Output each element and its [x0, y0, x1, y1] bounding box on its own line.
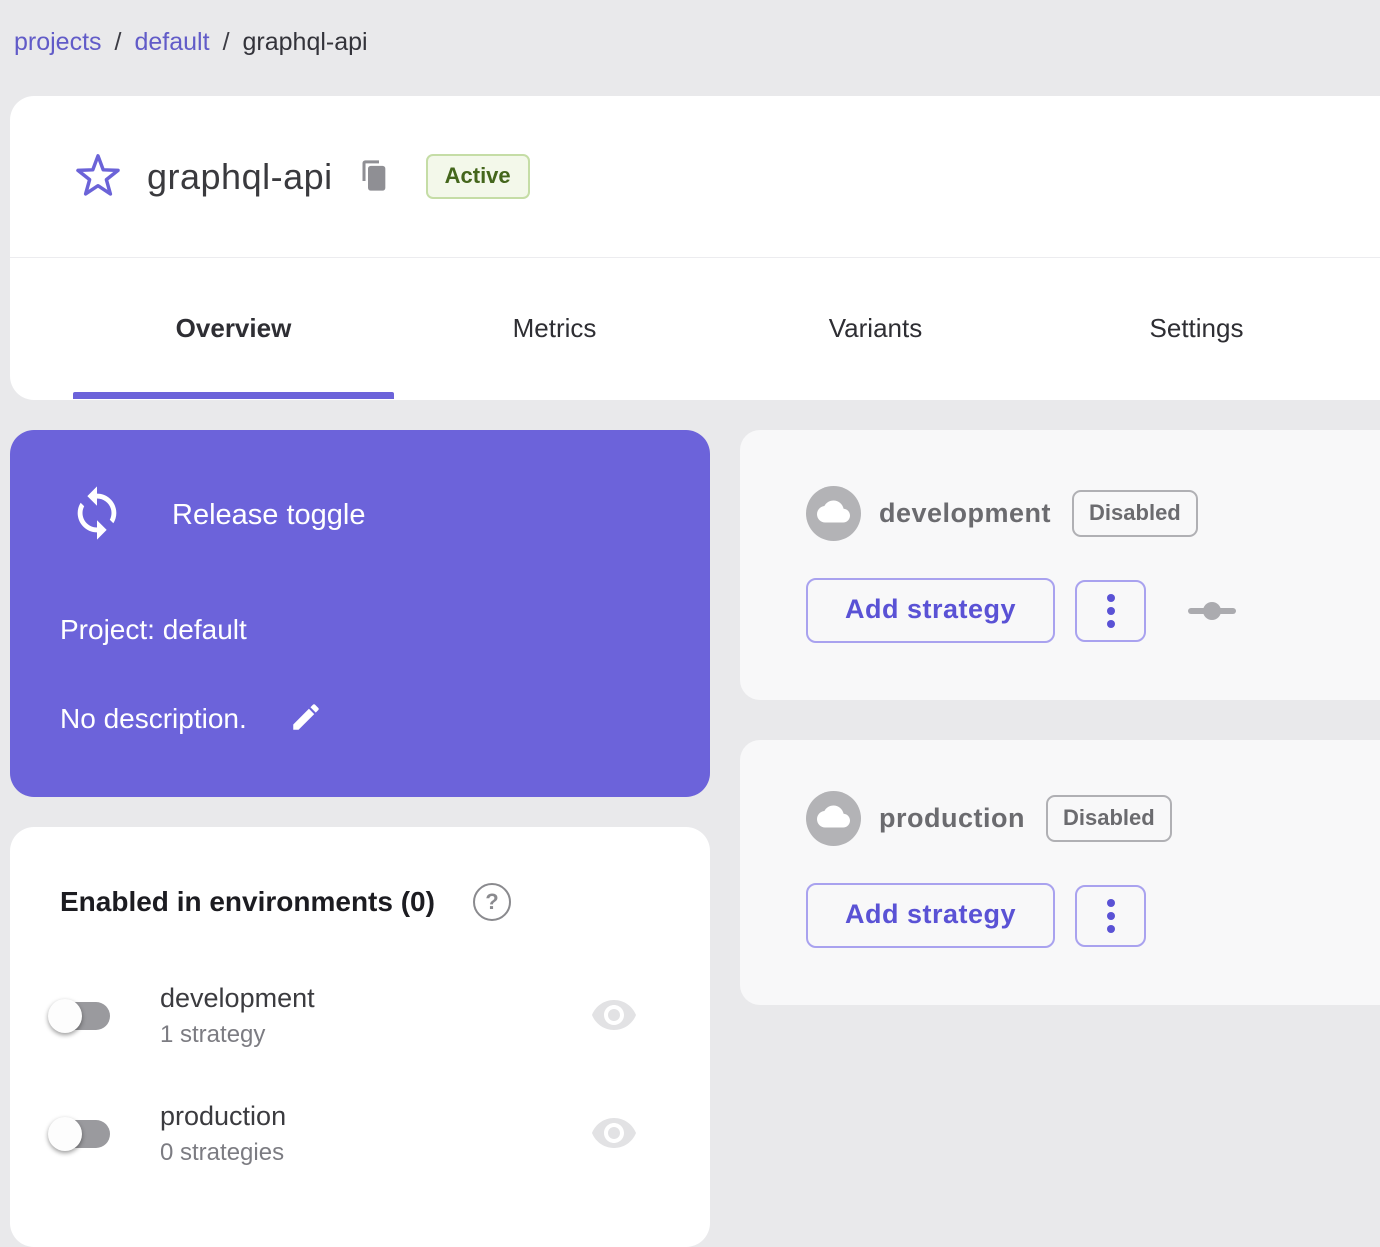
feature-title-row: graphql-api Active [10, 96, 1380, 258]
copy-icon [357, 159, 390, 195]
breadcrumb: projects / default / graphql-api [14, 28, 368, 57]
environment-avatar [806, 791, 861, 846]
status-badge: Active [425, 154, 530, 199]
visibility-toggle-production[interactable] [590, 1113, 638, 1156]
breadcrumb-link-default[interactable]: default [135, 28, 210, 57]
cloud-icon [817, 495, 850, 533]
environment-name: development [160, 983, 315, 1013]
enabled-environments-title: Enabled in environments (0) [60, 886, 435, 917]
add-strategy-button[interactable]: Add strategy [806, 883, 1056, 948]
page-title: graphql-api [147, 155, 333, 197]
description-label: No description. [60, 702, 247, 734]
environment-card-development: development Disabled Add strategy [740, 430, 1380, 700]
environment-cards-column: development Disabled Add strategy produc… [740, 430, 1380, 1045]
help-icon[interactable]: ? [472, 883, 511, 921]
tab-label: Settings [1149, 313, 1244, 343]
environment-status-badge: Disabled [1072, 490, 1198, 537]
eye-icon [590, 1113, 638, 1156]
feature-header-card: graphql-api Active Overview Metrics Vari… [10, 96, 1380, 400]
breadcrumb-current: graphql-api [242, 28, 368, 56]
active-tab-indicator [73, 392, 394, 399]
star-icon [75, 152, 121, 201]
toggle-thumb [48, 1117, 82, 1151]
tab-label: Overview [175, 313, 292, 343]
environment-name: production [160, 1101, 287, 1131]
pencil-icon [289, 700, 323, 737]
environment-avatar [806, 486, 861, 541]
project-label: Project: default [60, 614, 247, 645]
kebab-icon [1106, 924, 1115, 933]
tab-label: Metrics [512, 313, 597, 343]
environment-row-development: development 1 strategy [48, 979, 660, 1053]
development-toggle[interactable] [48, 999, 110, 1033]
kebab-icon [1106, 606, 1115, 615]
breadcrumb-link-projects[interactable]: projects [14, 28, 102, 57]
breadcrumb-separator: / [114, 28, 122, 56]
environment-card-name: production [879, 803, 1025, 833]
tab-variants[interactable]: Variants [715, 258, 1036, 399]
release-toggle-icon [68, 484, 126, 547]
kebab-icon [1106, 593, 1115, 602]
production-toggle[interactable] [48, 1117, 110, 1151]
feature-summary-card: Release toggle Project: default No descr… [10, 430, 710, 797]
environment-status-badge: Disabled [1045, 795, 1172, 842]
favorite-button[interactable] [75, 152, 121, 201]
kebab-icon [1106, 911, 1115, 920]
tab-label: Variants [828, 313, 923, 343]
tab-overview[interactable]: Overview [73, 258, 394, 399]
edit-description-button[interactable] [289, 700, 323, 737]
environment-menu-button[interactable] [1075, 884, 1147, 947]
toggle-type-label: Release toggle [172, 499, 366, 531]
tab-bar: Overview Metrics Variants Settings [10, 258, 1380, 399]
environment-row-production: production 0 strategies [48, 1097, 660, 1171]
strategy-count: 1 strategy [160, 1021, 266, 1048]
environment-menu-button[interactable] [1075, 579, 1147, 642]
visibility-toggle-development[interactable] [590, 995, 638, 1038]
kebab-icon [1106, 898, 1115, 907]
toggle-thumb [48, 999, 82, 1033]
strategy-count: 0 strategies [160, 1139, 285, 1166]
eye-icon [590, 995, 638, 1038]
environment-card-production: production Disabled Add strategy [740, 740, 1380, 1005]
environment-card-name: development [879, 498, 1052, 528]
breadcrumb-separator: / [222, 28, 230, 56]
add-strategy-button[interactable]: Add strategy [806, 578, 1056, 643]
kebab-icon [1106, 619, 1115, 628]
cloud-icon [817, 800, 850, 838]
strategy-node-icon [1186, 598, 1238, 624]
enabled-environments-panel: Enabled in environments (0) ? developmen… [10, 827, 710, 1247]
tab-settings[interactable]: Settings [1036, 258, 1357, 399]
copy-name-button[interactable] [357, 159, 390, 195]
tab-metrics[interactable]: Metrics [394, 258, 715, 399]
